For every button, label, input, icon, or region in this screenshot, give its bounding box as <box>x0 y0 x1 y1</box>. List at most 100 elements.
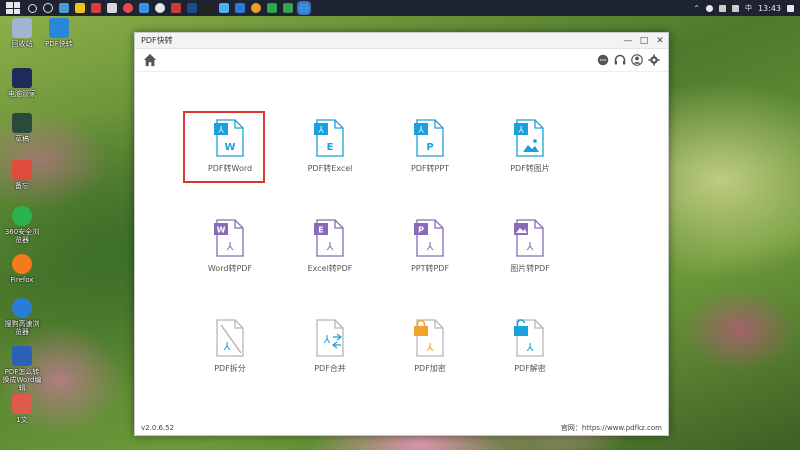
app-icon[interactable] <box>171 3 181 13</box>
website-link[interactable]: 官网：https://www.pdfkz.com <box>561 423 662 433</box>
app-icon[interactable] <box>155 3 165 13</box>
desktop-icon-recycle-bin[interactable]: 回收站 <box>2 18 42 48</box>
memo-icon <box>12 160 32 180</box>
chat-icon[interactable] <box>597 54 609 66</box>
app-icon[interactable] <box>219 3 229 13</box>
tile-label: Word转PDF <box>207 264 253 273</box>
app-icon[interactable] <box>59 3 69 13</box>
tile-label: PDF解密 <box>514 364 546 373</box>
maximize-button[interactable]: □ <box>636 33 652 48</box>
desktop-icon-label: PDF怎么转换成Word编辑 <box>2 368 42 392</box>
desktop-icon-label: Firefox <box>10 276 34 284</box>
tile-pdf-to-excel[interactable]: ⅄ E PDF转Excel <box>285 119 375 189</box>
app-icon[interactable] <box>91 3 101 13</box>
cloud-icon <box>49 18 69 38</box>
app-icon[interactable] <box>283 3 293 13</box>
app-icon[interactable] <box>267 3 277 13</box>
sogou-icon <box>12 298 32 318</box>
pdf-converter-taskbar-icon[interactable] <box>297 1 311 15</box>
chevron-up-icon[interactable]: ⌃ <box>693 4 700 13</box>
svg-text:⅄: ⅄ <box>517 126 524 136</box>
desktop-icon-manager[interactable]: 电脑管家 <box>2 68 42 98</box>
tile-excel-to-pdf[interactable]: E ⅄ Excel转PDF <box>285 219 375 289</box>
network-icon[interactable] <box>718 4 726 12</box>
tile-label: Excel转PDF <box>307 264 353 273</box>
window-title: PDF快转 <box>141 36 173 45</box>
recycle-bin-icon <box>12 18 32 38</box>
app-icon[interactable] <box>123 3 133 13</box>
app-icon[interactable] <box>187 3 197 13</box>
svg-text:⅄: ⅄ <box>417 126 424 136</box>
tile-pdf-encrypt[interactable]: ⅄ PDF加密 <box>385 319 475 389</box>
desktop-icon-label: 备忘 <box>15 182 29 190</box>
ime-icon[interactable]: 中 <box>745 3 752 13</box>
tile-pdf-split[interactable]: ⅄ PDF拆分 <box>185 319 275 389</box>
desktop-icon-360[interactable]: 360安全浏览器 <box>2 206 42 244</box>
tile-pdf-merge[interactable]: ⅄ PDF合并 <box>285 319 375 389</box>
pdf-to-word-icon: ⅄ W <box>214 119 244 157</box>
tile-label: 图片转PDF <box>510 264 550 273</box>
svg-text:P: P <box>426 142 433 153</box>
desktop-icon-label: 电脑管家 <box>8 90 36 98</box>
desktop-icon-memo[interactable]: 备忘 <box>2 160 42 190</box>
desktop-icon-label: PDF快转 <box>45 40 73 48</box>
tile-pdf-to-word[interactable]: ⅄ W PDF转Word <box>183 111 275 189</box>
start-button[interactable] <box>6 2 20 14</box>
file-icon <box>12 394 32 414</box>
svg-text:⅄: ⅄ <box>224 340 231 353</box>
tile-label: PDF转Word <box>207 164 253 173</box>
word-to-pdf-icon: W ⅄ <box>214 219 244 257</box>
home-icon[interactable] <box>143 53 157 67</box>
app-icon[interactable] <box>107 3 117 13</box>
pdf-to-excel-icon: ⅄ E <box>314 119 344 157</box>
app-icon[interactable] <box>203 3 213 13</box>
tile-ppt-to-pdf[interactable]: P ⅄ PPT转PDF <box>385 219 475 289</box>
clock[interactable]: 13:43 <box>758 4 781 13</box>
tile-pdf-to-image[interactable]: ⅄ PDF转图片 <box>485 119 575 189</box>
tile-label: PDF加密 <box>414 364 446 373</box>
task-view-icon[interactable] <box>43 3 53 13</box>
desktop-icon-firefox[interactable]: Firefox <box>2 254 42 284</box>
svg-text:⅄: ⅄ <box>527 240 534 253</box>
pdf-merge-icon: ⅄ <box>316 319 344 357</box>
window-footer: v2.0.6.52 官网：https://www.pdfkz.com <box>135 421 668 435</box>
app-icon[interactable] <box>139 3 149 13</box>
close-button[interactable]: ✕ <box>652 33 668 48</box>
word-doc-icon <box>12 346 32 366</box>
window-titlebar[interactable]: PDF快转 — □ ✕ <box>135 33 668 49</box>
desktop-icon-label: 360安全浏览器 <box>4 228 40 244</box>
desktop-icon-pdfkz[interactable]: PDF快转 <box>39 18 79 48</box>
tile-pdf-to-ppt[interactable]: ⅄ P PDF转PPT <box>385 119 475 189</box>
minimize-button[interactable]: — <box>620 33 636 48</box>
desktop-icon-draft[interactable]: 草稿 <box>2 113 42 143</box>
search-icon[interactable] <box>28 3 37 13</box>
app-icon[interactable] <box>235 3 245 13</box>
volume-icon[interactable] <box>731 4 739 12</box>
user-icon[interactable] <box>631 54 643 66</box>
tile-pdf-decrypt[interactable]: ⅄ PDF解密 <box>485 319 575 389</box>
notification-icon[interactable] <box>787 4 794 12</box>
headset-icon[interactable] <box>614 54 626 66</box>
version-label: v2.0.6.52 <box>141 424 175 432</box>
tile-label: PDF转Excel <box>307 164 353 173</box>
manager-icon <box>12 68 32 88</box>
desktop-icon-sogou[interactable]: 搜狗高速浏览器 <box>2 298 42 336</box>
desktop-icon-file[interactable]: 1文 <box>2 394 42 424</box>
svg-text:E: E <box>318 226 323 235</box>
desktop-icon-word-doc[interactable]: PDF怎么转换成Word编辑 <box>2 346 42 392</box>
folder-icon[interactable] <box>75 3 85 13</box>
tile-label: PDF合并 <box>314 364 346 373</box>
svg-text:⅄: ⅄ <box>317 126 324 136</box>
tile-label: PDF转PPT <box>410 164 450 173</box>
browser-icon <box>12 206 32 226</box>
gear-icon[interactable] <box>648 54 660 66</box>
tile-image-to-pdf[interactable]: ⅄ 图片转PDF <box>485 219 575 289</box>
window-controls: — □ ✕ <box>620 33 668 48</box>
tile-word-to-pdf[interactable]: W ⅄ Word转PDF <box>185 219 275 289</box>
image-to-pdf-icon: ⅄ <box>514 219 544 257</box>
pdf-encrypt-icon: ⅄ <box>414 319 444 357</box>
app-icon[interactable] <box>251 3 261 13</box>
svg-text:⅄: ⅄ <box>427 341 434 354</box>
svg-text:⅄: ⅄ <box>327 240 334 253</box>
app-tray-icon[interactable] <box>705 4 713 12</box>
